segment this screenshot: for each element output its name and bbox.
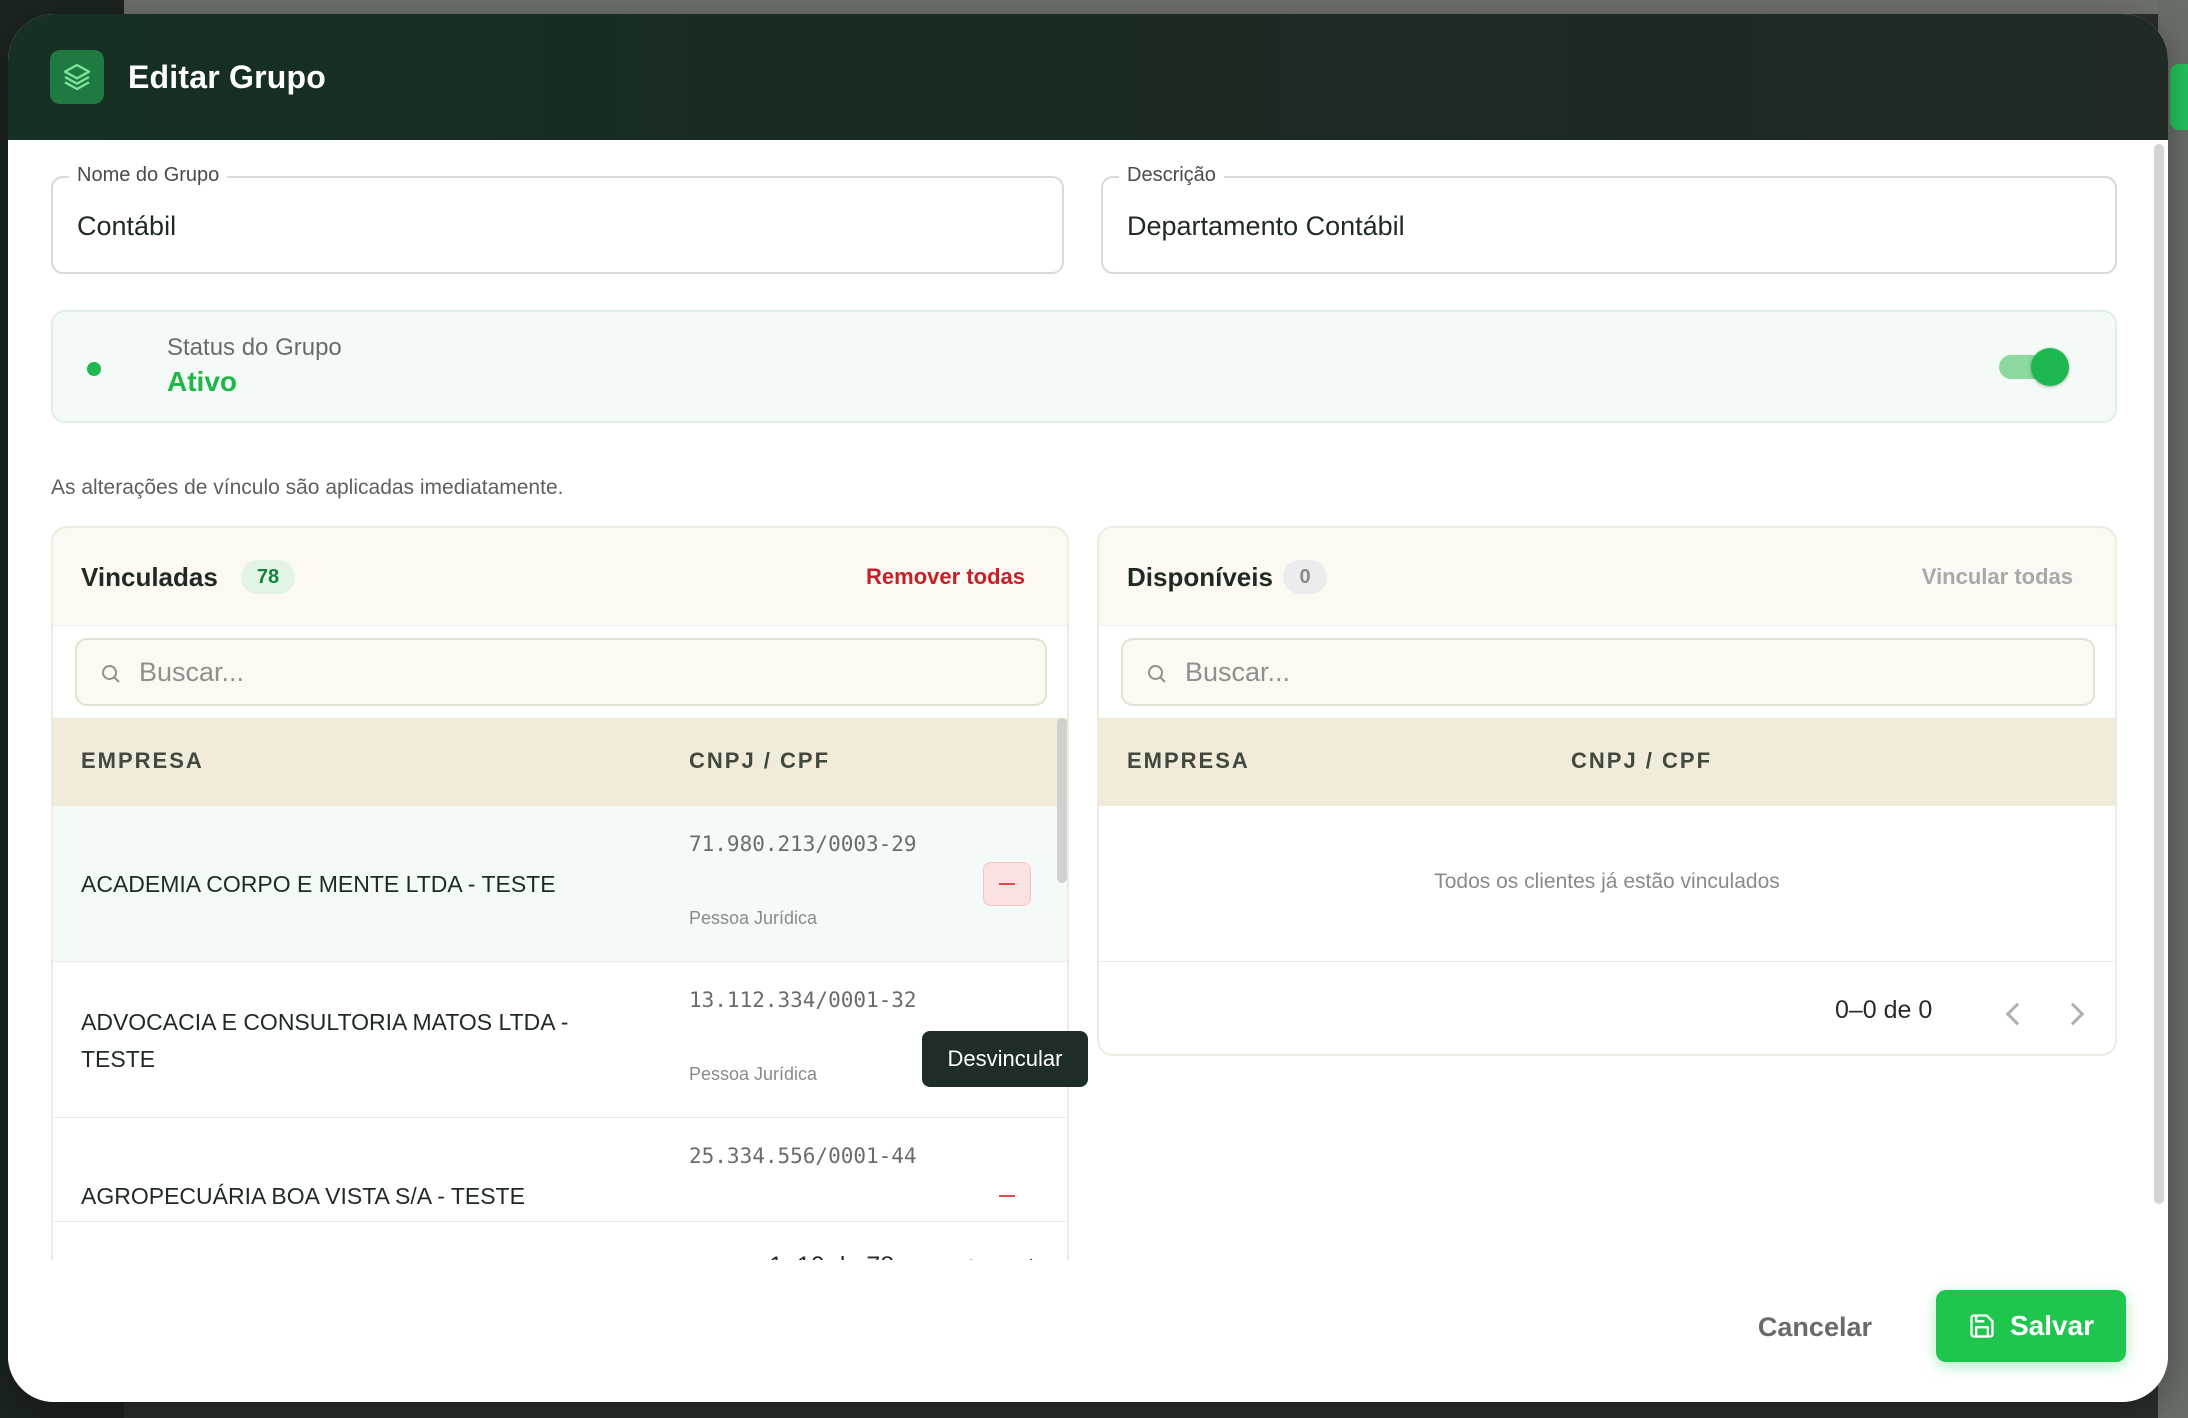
- backdrop-top: [124, 0, 2158, 14]
- status-value: Ativo: [167, 366, 237, 397]
- linked-title: Vinculadas: [81, 562, 218, 592]
- backdrop-button: [2170, 64, 2188, 130]
- column-cnpj-cpf: CNPJ / CPF: [689, 748, 831, 773]
- unlink-button[interactable]: [983, 862, 1031, 906]
- search-icon: [102, 665, 120, 683]
- row-company: AGROPECUÁRIA BOA VISTA S/A - TESTE: [81, 1183, 525, 1209]
- linked-panel-header: Vinculadas 78 Remover todas: [53, 528, 1067, 626]
- linked-pagination-label: 1–10 de 78: [769, 1252, 894, 1260]
- available-count-badge: 0: [1283, 560, 1327, 594]
- empty-state-message: Todos os clientes já estão vinculados: [1434, 870, 1780, 893]
- linked-search-input[interactable]: Buscar...: [75, 638, 1047, 706]
- linked-count-badge: 78: [241, 560, 295, 594]
- group-name-field[interactable]: Nome do Grupo Contábil: [51, 164, 1064, 274]
- description-field[interactable]: Descrição Departamento Contábil: [1101, 164, 2117, 274]
- minus-icon: [999, 1195, 1015, 1197]
- table-row: AGROPECUÁRIA BOA VISTA S/A - TESTE 25.33…: [53, 1118, 1067, 1222]
- modal-footer: Cancelar Salvar: [8, 1260, 2168, 1402]
- save-icon: [1970, 1314, 1994, 1338]
- row-doc: 71.980.213/0003-29: [689, 832, 917, 856]
- minus-icon: [999, 883, 1015, 885]
- available-table-header: EMPRESA CNPJ / CPF: [1099, 718, 2115, 806]
- search-icon: [1148, 665, 1166, 683]
- available-pagination-label: 0–0 de 0: [1835, 996, 1933, 1024]
- available-search-placeholder: Buscar...: [1185, 657, 1291, 687]
- remove-all-button[interactable]: Remover todas: [866, 564, 1025, 590]
- unlink-button[interactable]: [983, 1174, 1031, 1218]
- linked-table-scrollbar[interactable]: [1057, 718, 1067, 883]
- group-status-card: Status do Grupo Ativo: [51, 310, 2117, 423]
- unlink-tooltip: Desvincular: [922, 1031, 1088, 1087]
- group-name-input[interactable]: Contábil: [77, 178, 176, 274]
- row-company: ACADEMIA CORPO E MENTE LTDA - TESTE: [81, 871, 556, 897]
- link-all-button[interactable]: Vincular todas: [1922, 564, 2073, 590]
- row-doc: 13.112.334/0001-32: [689, 988, 917, 1012]
- row-company: ADVOCACIA E CONSULTORIA MATOS LTDA - TES…: [81, 1009, 569, 1072]
- modal-body[interactable]: Nome do Grupo Contábil Descrição Departa…: [8, 140, 2154, 1260]
- layers-icon: [50, 50, 104, 104]
- chevron-left-icon[interactable]: [2005, 1002, 2029, 1026]
- chevron-right-icon[interactable]: [2061, 1002, 2085, 1026]
- edit-group-modal: Editar Grupo Nome do Grupo Contábil Desc…: [8, 14, 2168, 1402]
- status-label: Status do Grupo: [167, 334, 342, 361]
- status-toggle[interactable]: [1999, 348, 2069, 386]
- modal-header: Editar Grupo: [8, 14, 2168, 140]
- toggle-thumb: [2031, 348, 2069, 386]
- info-note: As alterações de vínculo são aplicadas i…: [51, 476, 564, 499]
- available-panel-header: Disponíveis 0 Vincular todas: [1099, 528, 2115, 626]
- row-type: Pessoa Jurídica: [689, 908, 818, 928]
- column-empresa: EMPRESA: [81, 748, 204, 773]
- row-type: Pessoa Jurídica: [689, 1064, 818, 1084]
- cancel-button[interactable]: Cancelar: [1758, 1312, 1872, 1343]
- save-button[interactable]: Salvar: [1936, 1290, 2126, 1362]
- column-empresa: EMPRESA: [1127, 748, 1250, 773]
- table-row: ADVOCACIA E CONSULTORIA MATOS LTDA - TES…: [53, 962, 1067, 1118]
- modal-title: Editar Grupo: [128, 58, 326, 95]
- save-label: Salvar: [2009, 1310, 2095, 1341]
- table-row: ACADEMIA CORPO E MENTE LTDA - TESTE 71.9…: [53, 806, 1067, 962]
- status-dot-icon: [87, 362, 101, 376]
- description-input[interactable]: Departamento Contábil: [1127, 178, 1405, 274]
- row-doc: 25.334.556/0001-44: [689, 1144, 917, 1168]
- column-cnpj-cpf: CNPJ / CPF: [1571, 748, 1713, 773]
- available-panel: Disponíveis 0 Vincular todas Buscar... E…: [1097, 526, 2117, 1056]
- linked-search-placeholder: Buscar...: [139, 657, 245, 687]
- linked-panel: Vinculadas 78 Remover todas Buscar... EM…: [51, 526, 1069, 1260]
- linked-table-header: EMPRESA CNPJ / CPF: [53, 718, 1067, 806]
- modal-scrollbar[interactable]: [2154, 144, 2164, 1204]
- available-search-input[interactable]: Buscar...: [1121, 638, 2095, 706]
- empty-state-row: Todos os clientes já estão vinculados: [1099, 806, 2115, 962]
- available-title: Disponíveis: [1127, 562, 1273, 592]
